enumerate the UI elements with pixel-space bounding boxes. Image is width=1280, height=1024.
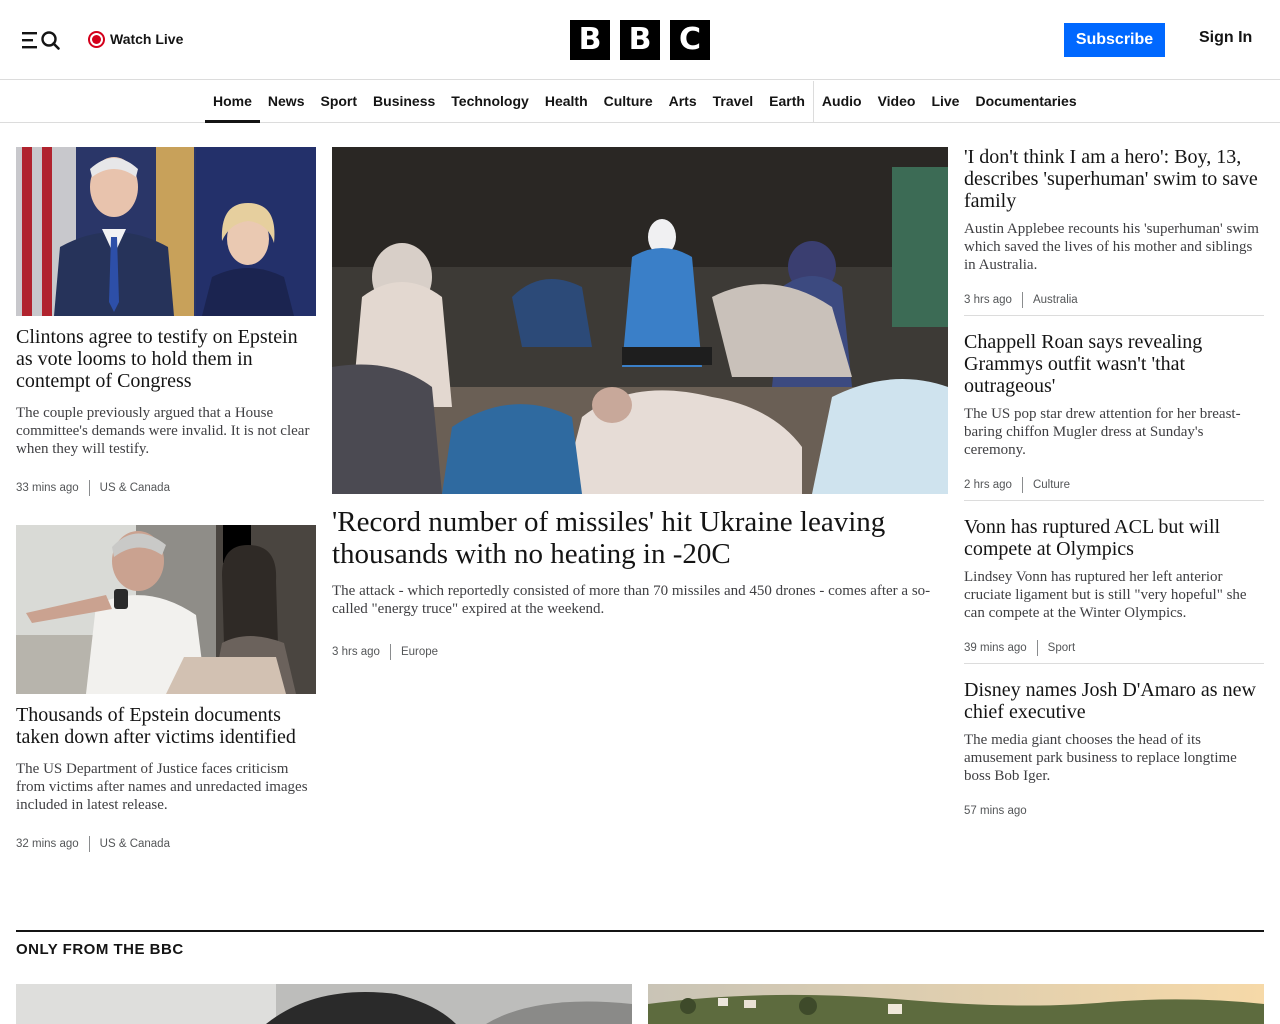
menu-icon [22,31,60,50]
story-headline[interactable]: Vonn has ruptured ACL but will compete a… [964,516,1264,560]
story-time: 32 mins ago [16,838,79,850]
nav-item-travel[interactable]: Travel [705,81,761,123]
story-card-left-1[interactable]: Clintons agree to testify on Epstein as … [16,147,316,496]
menu-search-button[interactable] [20,28,64,52]
section-divider [16,930,1264,932]
village-landscape-photo [648,984,1264,1024]
nav-item-sport[interactable]: Sport [312,81,365,123]
nav-item-business[interactable]: Business [365,81,443,123]
subscribe-button[interactable]: Subscribe [1064,23,1165,57]
shelter-photo [332,147,948,494]
story-headline[interactable]: 'I don't think I am a hero': Boy, 13, de… [964,146,1264,212]
story-meta: 57 mins ago [964,803,1264,819]
nav-item-arts[interactable]: Arts [661,81,705,123]
lead-story-image[interactable] [332,147,948,494]
logo-letter-b2: B [620,20,660,60]
main-nav: Home News Sport Business Technology Heal… [0,81,1280,123]
story-headline[interactable]: Chappell Roan says revealing Grammys out… [964,331,1264,397]
meta-divider [1021,477,1023,493]
meta-divider [389,644,391,660]
story-tag[interactable]: Culture [1033,479,1070,491]
story-time: 3 hrs ago [964,294,1012,306]
story-image-clintons[interactable] [16,147,316,316]
nav-item-video[interactable]: Video [870,81,924,123]
story-card-right-4[interactable]: Disney names Josh D'Amaro as new chief e… [964,679,1264,819]
story-summary: The media giant chooses the head of its … [964,732,1237,784]
search-icon [41,31,60,50]
story-card-left-2[interactable]: Thousands of Epstein documents taken dow… [16,525,316,852]
divider-line [964,315,1264,316]
story-summary: The couple previously argued that a Hous… [16,405,310,457]
feature-image-2[interactable] [648,984,1264,1024]
nav-item-home[interactable]: Home [205,81,260,123]
meta-divider [1021,292,1023,308]
logo-letter-b1: B [570,20,610,60]
story-headline[interactable]: Clintons agree to testify on Epstein as … [16,326,316,392]
black-white-photo [16,984,632,1024]
nav-item-culture[interactable]: Culture [596,81,661,123]
logo-letter-c: C [670,20,710,60]
meta-divider [88,480,90,496]
story-summary: Austin Applebee recounts his 'superhuman… [964,221,1259,273]
lead-story-card[interactable]: 'Record number of missiles' hit Ukraine … [332,147,948,660]
story-summary: The US Department of Justice faces criti… [16,761,308,813]
nav-item-documentaries[interactable]: Documentaries [967,81,1084,123]
story-meta: 32 mins ago US & Canada [16,836,316,852]
story-meta: 3 hrs ago Australia [964,292,1264,308]
story-meta: 39 mins ago Sport [964,640,1264,656]
top-header: Watch Live B B C Subscribe Sign In [0,0,1280,80]
story-headline[interactable]: Thousands of Epstein documents taken dow… [16,704,316,748]
story-time: 3 hrs ago [332,646,380,658]
story-tag[interactable]: Sport [1048,642,1076,654]
sign-in-link[interactable]: Sign In [1199,29,1252,47]
bbc-logo[interactable]: B B C [570,20,710,60]
lead-story-summary: The attack - which reportedly consisted … [332,583,931,617]
watch-live-button[interactable]: Watch Live [88,29,183,49]
story-headline[interactable]: Disney names Josh D'Amaro as new chief e… [964,679,1264,723]
story-time: 2 hrs ago [964,479,1012,491]
story-card-right-2[interactable]: Chappell Roan says revealing Grammys out… [964,331,1264,493]
nav-item-news[interactable]: News [260,81,313,123]
story-tag[interactable]: US & Canada [100,838,170,850]
story-time: 33 mins ago [16,482,79,494]
nav-item-technology[interactable]: Technology [443,81,537,123]
nav-item-earth[interactable]: Earth [761,81,813,123]
clintons-photo [16,147,316,316]
live-dot-icon [88,30,105,48]
section-title: ONLY FROM THE BBC [16,941,184,958]
story-time: 39 mins ago [964,642,1027,654]
story-summary: The US pop star drew attention for her b… [964,406,1241,458]
meta-divider [88,836,90,852]
story-time: 57 mins ago [964,805,1027,817]
watch-live-label: Watch Live [110,31,184,47]
feature-image-1[interactable] [16,984,632,1024]
lead-story-meta: 3 hrs ago Europe [332,644,948,660]
story-tag[interactable]: US & Canada [100,482,170,494]
story-tag[interactable]: Europe [401,646,438,658]
nav-item-audio[interactable]: Audio [812,81,870,123]
story-card-right-3[interactable]: Vonn has ruptured ACL but will compete a… [964,516,1264,656]
story-meta: 33 mins ago US & Canada [16,480,316,496]
meta-divider [1036,640,1038,656]
nav-item-live[interactable]: Live [923,81,967,123]
story-meta: 2 hrs ago Culture [964,477,1264,493]
story-card-right-1[interactable]: 'I don't think I am a hero': Boy, 13, de… [964,146,1264,308]
story-tag[interactable]: Australia [1033,294,1078,306]
epstein-photo [16,525,316,694]
lead-story-headline[interactable]: 'Record number of missiles' hit Ukraine … [332,506,948,570]
divider-line [964,663,1264,664]
divider-line [964,500,1264,501]
story-summary: Lindsey Vonn has ruptured her left anter… [964,569,1247,621]
story-image-epstein[interactable] [16,525,316,694]
nav-item-health[interactable]: Health [537,81,596,123]
